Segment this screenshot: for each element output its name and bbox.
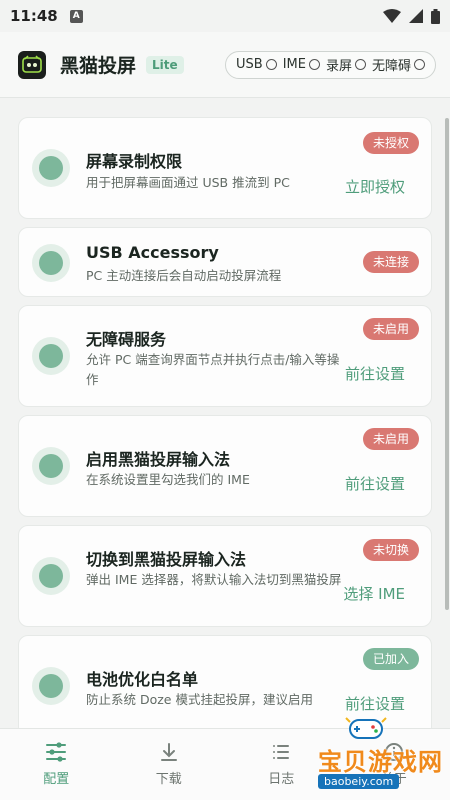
card-desc: 弹出 IME 选择器，将默认输入法切到黑猫投屏 [86,572,342,587]
card-title: 启用黑猫投屏输入法 [86,450,231,469]
conn-ime: IME [283,57,320,72]
wifi-icon [383,9,401,23]
ime-status-radio-icon [308,59,320,70]
status-dot-icon [32,149,70,187]
nav-label: 下载 [155,772,182,787]
select-ime-button[interactable]: 选择 IME [343,583,405,604]
status-dot-icon [32,337,70,375]
app-title: 黑猫投屏 [60,55,137,77]
status-badge: 已加入 [362,648,419,670]
status-dot-icon [32,667,70,705]
card-switch-ime: 切换到黑猫投屏输入法 弹出 IME 选择器，将默认输入法切到黑猫投屏 未切换 选… [18,525,432,627]
card-title: USB Accessory [86,243,219,262]
status-badge: 未授权 [362,132,419,154]
card-title: 无障碍服务 [86,330,167,349]
goto-settings-button[interactable]: 前往设置 [345,363,405,384]
card-desc: 在系统设置里勾选我们的 IME [86,472,250,487]
gamepad-icon [345,717,387,739]
card-desc: PC 主动连接后会自动启动投屏流程 [86,268,282,283]
status-dot-icon [32,557,70,595]
app-logo [18,50,46,79]
status-dot-icon [32,447,70,485]
notification-a-icon: A [69,9,83,23]
card-screen-record: 屏幕录制权限 用于把屏幕画面通过 USB 推流到 PC 未授权 立即授权 [18,117,432,219]
nav-download[interactable]: 下载 [113,729,226,800]
goto-settings-button[interactable]: 前往设置 [345,693,405,714]
status-badge: 未启用 [362,428,419,450]
scrollbar[interactable] [445,118,449,610]
sliders-icon [46,742,67,762]
nav-label: 日志 [268,772,295,787]
grant-button[interactable]: 立即授权 [345,176,405,197]
goto-settings-button[interactable]: 前往设置 [345,473,405,494]
battery-icon [431,8,440,24]
status-time: 11:48 [10,7,58,25]
watermark-url: baobeiy.com [318,774,400,789]
card-desc: 允许 PC 端查询界面节点并执行点击/输入等操作 [86,352,340,387]
status-badge: 未启用 [362,318,419,340]
status-bar: 11:48 A [0,0,450,32]
card-title: 电池优化白名单 [86,670,199,689]
watermark: 宝贝游戏网 baobeiy.com [296,712,450,792]
card-accessibility: 无障碍服务 允许 PC 端查询界面节点并执行点击/输入等操作 未启用 前往设置 [18,305,432,407]
lite-badge: Lite [146,55,184,74]
watermark-text: 宝贝游戏网 [318,748,443,776]
status-badge: 未连接 [362,251,419,273]
record-status-radio-icon [354,59,366,70]
accessibility-status-radio-icon [414,59,425,70]
connection-status-pill: USB IME 录屏 无障碍 [225,50,436,79]
card-title: 屏幕录制权限 [86,152,183,171]
signal-icon [409,9,423,23]
app-header: 黑猫投屏 Lite USB IME 录屏 无障碍 [0,32,450,98]
card-desc: 用于把屏幕画面通过 USB 推流到 PC [86,175,290,190]
conn-usb: USB [236,57,277,72]
usb-status-radio-icon [265,59,277,70]
status-badge: 未切换 [362,539,419,561]
status-dot-icon [32,244,70,282]
conn-accessibility: 无障碍 [372,55,425,74]
log-icon [273,745,290,759]
nav-label: 配置 [43,772,70,787]
conn-record: 录屏 [326,55,366,74]
nav-config[interactable]: 配置 [0,729,113,800]
download-icon [160,743,177,761]
card-title: 切换到黑猫投屏输入法 [86,550,247,569]
card-enable-ime: 启用黑猫投屏输入法 在系统设置里勾选我们的 IME 未启用 前往设置 [18,415,432,517]
card-desc: 防止系统 Doze 模式挂起投屏，建议启用 [86,692,313,707]
cat-logo-icon [22,54,42,73]
card-usb-accessory: USB Accessory PC 主动连接后会自动启动投屏流程 未连接 [18,227,432,297]
